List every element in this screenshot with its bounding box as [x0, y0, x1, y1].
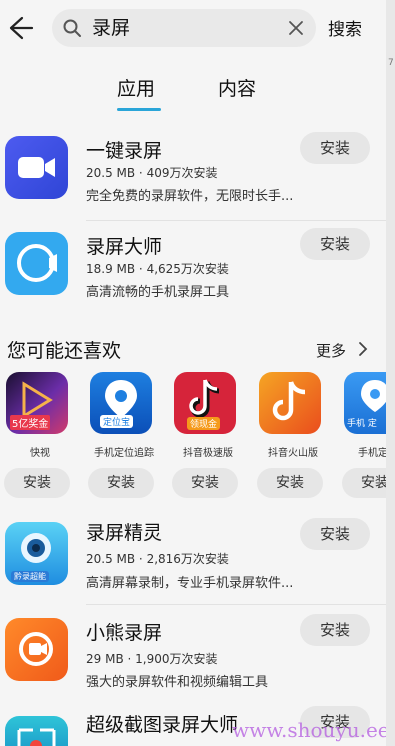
watermark: www.shouyu.ee	[232, 718, 386, 742]
recommend-card[interactable]: 定位宝 手机定位追踪 安装	[88, 372, 154, 498]
app-meta: 18.9 MB · 4,625万次安装	[86, 262, 229, 276]
recommend-card[interactable]: 手机 定 手机定位 安装	[342, 372, 386, 498]
app-title: 一键录屏	[86, 140, 163, 162]
app-title: 录屏大师	[86, 236, 163, 258]
app-title: 小熊录屏	[86, 622, 163, 644]
more-link[interactable]: 更多	[316, 340, 346, 361]
install-button[interactable]: 安装	[172, 468, 238, 498]
app-description: 高清屏幕录制，专业手机录屏软件...	[86, 576, 294, 591]
icon-badge: 定位宝	[100, 415, 134, 428]
douyin-lite-app-icon: 领现金	[174, 372, 236, 434]
app-description: 高清流畅的手机录屏工具	[86, 285, 230, 300]
install-button[interactable]: 安装	[88, 468, 154, 498]
recommend-card[interactable]: 抖音火山版 安装	[257, 372, 323, 498]
recommend-label: 手机定位追踪	[94, 448, 154, 459]
clear-icon[interactable]	[286, 18, 306, 38]
search-input[interactable]: 录屏	[92, 15, 130, 41]
app-store-screen: 录屏 搜索 应用 内容 一键录屏 20.5 MB · 409万次安装 完全免费的…	[0, 0, 386, 746]
install-button[interactable]: 安装	[4, 468, 70, 498]
app-row-lupingdashi[interactable]: 录屏大师 18.9 MB · 4,625万次安装 高清流畅的手机录屏工具 安装	[0, 226, 386, 316]
app-description: 完全免费的录屏软件，无限时长手...	[86, 189, 294, 204]
chevron-right-icon[interactable]	[357, 340, 369, 358]
recommend-label: 快视	[30, 448, 50, 459]
video-camera-icon	[18, 157, 55, 178]
install-button[interactable]: 安装	[300, 614, 370, 646]
kuaishi-app-icon: 5亿奖金	[6, 372, 68, 434]
divider	[86, 220, 386, 221]
header: 录屏 搜索	[0, 0, 386, 56]
music-note-icon	[272, 381, 306, 421]
screenshot-app-icon	[5, 716, 68, 746]
icon-badge: 手机 定	[347, 419, 377, 429]
app-row-yijian[interactable]: 一键录屏 20.5 MB · 409万次安装 完全免费的录屏软件，无限时长手..…	[0, 130, 386, 220]
screen-recorder-app-icon	[5, 232, 68, 295]
app-title: 录屏精灵	[86, 522, 163, 544]
camera-lens-app-icon: 黔录超能	[5, 522, 68, 585]
record-circle-icon	[19, 632, 53, 666]
app-title: 超级截图录屏大师	[86, 714, 239, 736]
install-button[interactable]: 安装	[300, 518, 370, 550]
divider	[86, 604, 386, 605]
install-button[interactable]: 安装	[300, 132, 370, 164]
recommend-label: 抖音火山版	[268, 448, 318, 459]
adjacent-panel-edge: 7	[386, 0, 395, 746]
search-button[interactable]: 搜索	[328, 15, 362, 40]
install-button[interactable]: 安装	[342, 468, 386, 498]
app-description: 强大的录屏软件和视频编辑工具	[86, 675, 269, 690]
search-icon	[63, 19, 81, 37]
recommend-card[interactable]: 领现金 抖音极速版 安装	[172, 372, 238, 498]
app-meta: 29 MB · 1,900万次安装	[86, 652, 218, 666]
icon-badge: 5亿奖金	[10, 415, 51, 430]
search-box[interactable]: 录屏	[52, 9, 316, 47]
recommend-label: 抖音极速版	[183, 448, 233, 459]
app-meta: 20.5 MB · 2,816万次安装	[86, 552, 229, 566]
install-button[interactable]: 安装	[257, 468, 323, 498]
record-circle-icon	[17, 244, 57, 282]
bear-recorder-app-icon	[5, 618, 68, 681]
app-meta: 20.5 MB · 409万次安装	[86, 166, 218, 180]
app-row-xiaoxiong[interactable]: 小熊录屏 29 MB · 1,900万次安装 强大的录屏软件和视频编辑工具 安装	[0, 610, 386, 702]
back-arrow-icon[interactable]	[6, 14, 34, 42]
location-app-icon: 定位宝	[90, 372, 152, 434]
edge-glyph: 7	[388, 58, 394, 68]
tab-bar: 应用 内容	[0, 74, 386, 114]
icon-badge: 黔录超能	[11, 571, 49, 582]
recommend-title: 您可能还喜欢	[7, 340, 122, 362]
icon-badge: 领现金	[187, 417, 221, 430]
tab-content[interactable]: 内容	[218, 74, 256, 101]
phone-locator-app-icon: 手机 定	[344, 372, 386, 434]
app-row-lupingjingling[interactable]: 黔录超能 录屏精灵 20.5 MB · 2,816万次安装 高清屏幕录制，专业手…	[0, 512, 386, 602]
tab-apps[interactable]: 应用	[117, 74, 155, 101]
install-button[interactable]: 安装	[300, 228, 370, 260]
recommend-card[interactable]: 5亿奖金 快视 安装	[4, 372, 70, 498]
recommend-label: 手机定位	[358, 448, 386, 459]
video-camera-app-icon	[5, 136, 68, 199]
crop-frame-icon	[17, 728, 56, 746]
douyin-volcano-app-icon	[259, 372, 321, 434]
tab-active-indicator	[117, 108, 161, 111]
